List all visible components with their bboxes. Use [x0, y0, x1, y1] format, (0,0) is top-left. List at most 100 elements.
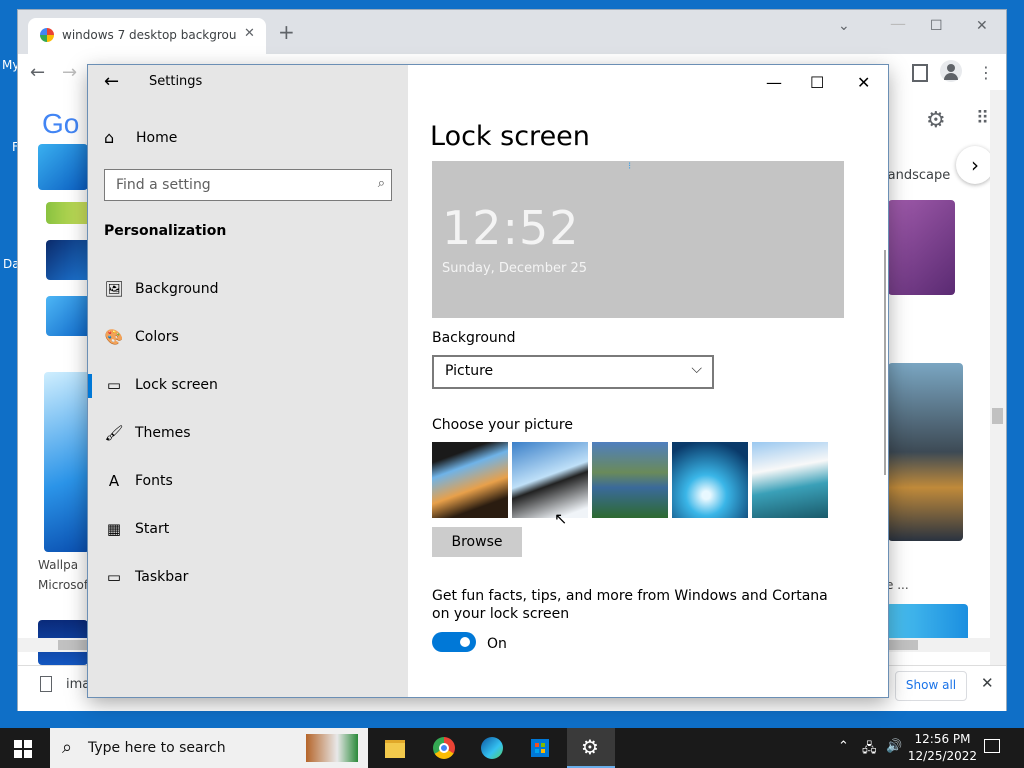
tab-close-icon[interactable]: ✕: [244, 26, 255, 41]
settings-title: Settings: [149, 74, 203, 89]
edge-icon[interactable]: [468, 728, 516, 768]
result-caption[interactable]: Wallpa: [38, 558, 78, 572]
desktop-icon-label[interactable]: My: [2, 58, 19, 72]
back-button[interactable]: ←: [30, 62, 45, 83]
taskbar-search-box[interactable]: ⌕ Type here to search: [50, 728, 368, 768]
chevron-right-icon[interactable]: ›: [956, 146, 994, 184]
taskbar-search-placeholder: Type here to search: [88, 740, 226, 756]
minimize-button[interactable]: —: [766, 73, 782, 92]
browser-close-button[interactable]: ✕: [976, 18, 988, 34]
file-explorer-icon[interactable]: [370, 728, 418, 768]
loading-indicator-icon: ⁝: [628, 161, 632, 172]
tab-search-chevron-icon[interactable]: ⌄: [838, 18, 850, 34]
picture-option-mountain-lake[interactable]: [592, 442, 668, 518]
sidebar-item-label: Background: [135, 281, 219, 297]
image-result[interactable]: [46, 296, 94, 336]
browser-tab[interactable]: windows 7 desktop background ✕: [28, 18, 266, 54]
picture-icon: 🖼: [104, 280, 124, 298]
download-item-label[interactable]: ima: [66, 677, 90, 692]
palette-icon: 🎨: [104, 328, 124, 346]
image-result[interactable]: [888, 200, 955, 295]
picture-option-ice-cave[interactable]: [672, 442, 748, 518]
forward-button[interactable]: →: [62, 62, 77, 83]
taskbar-clock[interactable]: 12:56 PM 12/25/2022: [905, 731, 980, 765]
sidebar-item-fonts[interactable]: A Fonts: [88, 458, 408, 506]
result-caption[interactable]: e ...: [886, 578, 909, 592]
sidebar-item-themes[interactable]: 🖌 Themes: [88, 410, 408, 458]
scrollbar-thumb[interactable]: [992, 408, 1003, 424]
sidebar-item-label: Start: [135, 521, 170, 537]
network-icon[interactable]: 🖧: [862, 739, 877, 761]
apps-grid-icon[interactable]: ⠿: [976, 108, 989, 129]
picture-option-coast[interactable]: [752, 442, 828, 518]
new-tab-button[interactable]: +: [278, 22, 295, 42]
sidebar-item-colors[interactable]: 🎨 Colors: [88, 314, 408, 362]
sidebar-item-start[interactable]: ▦ Start: [88, 506, 408, 554]
google-logo[interactable]: Go: [42, 108, 79, 140]
image-result[interactable]: [46, 202, 94, 224]
show-all-button[interactable]: Show all: [895, 671, 967, 701]
sidebar-item-label: Taskbar: [135, 569, 189, 585]
show-all-label: Show all: [905, 678, 957, 692]
related-chip-image[interactable]: [38, 144, 88, 190]
fun-facts-toggle[interactable]: [432, 632, 476, 652]
side-panel-icon[interactable]: [912, 64, 928, 82]
lock-screen-preview: ⁝ 12:52 Sunday, December 25: [432, 161, 844, 318]
browser-menu-icon[interactable]: ⋮: [978, 63, 994, 82]
settings-main-pane: — ☐ ✕ Lock screen ⁝ 12:52 Sunday, Decemb…: [408, 65, 888, 697]
preview-time: 12:52: [442, 201, 580, 255]
sidebar-item-taskbar[interactable]: ▭ Taskbar: [88, 554, 408, 602]
taskbar: ⌕ Type here to search ⚙ ⌃ 🖧 🔊 12:56 PM 1…: [0, 728, 1024, 768]
search-placeholder: Find a setting: [116, 177, 211, 193]
search-highlight-image[interactable]: [306, 734, 358, 762]
gear-icon: ⚙: [581, 735, 599, 759]
store-icon[interactable]: [516, 728, 564, 768]
picture-option-snow-slope[interactable]: [512, 442, 588, 518]
dropdown-value: Picture: [445, 363, 494, 379]
chip-landscape[interactable]: landscape: [884, 168, 950, 183]
browse-button[interactable]: Browse: [432, 527, 522, 557]
picture-option-cave-beach[interactable]: [432, 442, 508, 518]
clock-time: 12:56 PM: [914, 732, 971, 746]
file-icon: [40, 676, 52, 692]
maximize-button[interactable]: ☐: [810, 73, 824, 92]
settings-gear-icon[interactable]: ⚙: [926, 108, 946, 133]
show-hidden-icons-chevron-icon[interactable]: ⌃: [838, 739, 849, 754]
background-dropdown[interactable]: Picture ⌵: [432, 355, 714, 389]
settings-taskbar-icon[interactable]: ⚙: [567, 728, 615, 768]
fun-facts-description: Get fun facts, tips, and more from Windo…: [432, 588, 828, 622]
settings-scrollbar-thumb[interactable]: [884, 250, 886, 475]
find-setting-search-input[interactable]: Find a setting ⌕: [104, 169, 392, 201]
browser-minimize-button[interactable]: —: [890, 14, 906, 33]
choose-picture-label: Choose your picture: [432, 417, 573, 433]
tab-title: windows 7 desktop background: [62, 28, 237, 42]
result-caption[interactable]: Microsof: [38, 578, 88, 592]
image-result[interactable]: [46, 240, 94, 280]
start-windows-icon[interactable]: [14, 740, 32, 758]
toggle-state-label: On: [487, 636, 507, 652]
section-heading: Personalization: [104, 223, 227, 239]
back-arrow-icon[interactable]: ←: [104, 71, 119, 92]
search-icon: ⌕: [377, 176, 385, 191]
image-result[interactable]: [888, 363, 963, 541]
sidebar-item-label: Colors: [135, 329, 179, 345]
page-vertical-scrollbar[interactable]: [990, 90, 1006, 665]
download-bar-close-icon[interactable]: ✕: [981, 674, 994, 692]
browse-label: Browse: [451, 534, 503, 550]
brush-icon: 🖌: [104, 424, 124, 442]
browser-maximize-button[interactable]: ☐: [930, 18, 943, 34]
mouse-cursor-icon: ↖: [554, 509, 568, 528]
profile-avatar-icon[interactable]: [940, 60, 962, 82]
volume-icon[interactable]: 🔊: [886, 739, 902, 754]
page-title: Lock screen: [430, 121, 590, 152]
chrome-icon[interactable]: [420, 728, 468, 768]
home-link[interactable]: ⌂ Home: [104, 128, 404, 152]
image-result[interactable]: [44, 372, 90, 552]
close-button[interactable]: ✕: [857, 73, 870, 92]
sidebar-item-label: Themes: [135, 425, 191, 441]
notifications-icon[interactable]: [984, 739, 1000, 753]
taskbar-icon: ▭: [106, 568, 122, 586]
sidebar-item-background[interactable]: 🖼 Background: [88, 266, 408, 314]
tab-strip: windows 7 desktop background ✕ + ⌄ — ☐ ✕: [18, 10, 1006, 54]
sidebar-item-lock-screen[interactable]: ▭ Lock screen: [88, 362, 408, 410]
